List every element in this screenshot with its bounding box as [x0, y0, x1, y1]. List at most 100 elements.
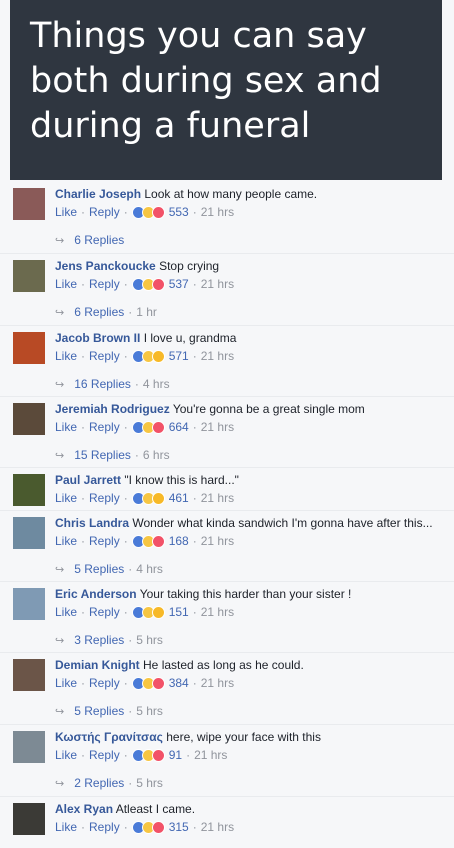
reply-link[interactable]: Reply — [89, 820, 120, 834]
comment-timestamp[interactable]: 21 hrs — [201, 605, 234, 619]
like-link[interactable]: Like — [55, 349, 77, 363]
reaction-icons[interactable] — [131, 820, 165, 834]
reaction-count[interactable]: 553 — [169, 205, 189, 219]
avatar[interactable] — [13, 803, 45, 835]
commenter-name[interactable]: Demian Knight — [55, 658, 140, 672]
reaction-count[interactable]: 537 — [169, 277, 189, 291]
view-replies[interactable]: ↪ 2 Replies · 5 hrs — [55, 776, 163, 790]
reaction-icons[interactable] — [131, 491, 165, 505]
view-replies[interactable]: ↪ 5 Replies · 5 hrs — [55, 704, 163, 718]
comment-timestamp[interactable]: 21 hrs — [201, 420, 234, 434]
like-link[interactable]: Like — [55, 491, 77, 505]
reaction-icons[interactable] — [131, 748, 165, 762]
reaction-icons[interactable] — [131, 349, 165, 363]
reaction-icons[interactable] — [131, 277, 165, 291]
avatar[interactable] — [13, 403, 45, 435]
reaction-count[interactable]: 461 — [169, 491, 189, 505]
reply-link[interactable]: Reply — [89, 277, 120, 291]
view-replies[interactable]: ↪ 6 Replies · 1 hr — [55, 305, 157, 319]
avatar[interactable] — [13, 188, 45, 220]
avatar[interactable] — [13, 517, 45, 549]
reaction-icons[interactable] — [131, 420, 165, 434]
comment-timestamp[interactable]: 21 hrs — [201, 676, 234, 690]
reaction-icons[interactable] — [131, 605, 165, 619]
reaction-icons[interactable] — [131, 534, 165, 548]
like-link[interactable]: Like — [55, 605, 77, 619]
reaction-count[interactable]: 571 — [169, 349, 189, 363]
separator-dot: · — [123, 748, 128, 762]
view-replies[interactable]: ↪ 6 Replies — [55, 233, 124, 247]
avatar[interactable] — [13, 260, 45, 292]
avatar[interactable] — [13, 731, 45, 763]
reply-timestamp: 6 hrs — [142, 448, 170, 462]
like-link[interactable]: Like — [55, 534, 77, 548]
commenter-name[interactable]: Jens Panckoucke — [55, 259, 156, 273]
like-link[interactable]: Like — [55, 820, 77, 834]
header-line-2: both during sex and — [30, 61, 382, 101]
commenter-name[interactable]: Chris Landra — [55, 516, 129, 530]
replies-count-link[interactable]: 6 Replies — [74, 305, 124, 319]
avatar[interactable] — [13, 659, 45, 691]
like-link[interactable]: Like — [55, 420, 77, 434]
avatar[interactable] — [13, 588, 45, 620]
reaction-count[interactable]: 384 — [169, 676, 189, 690]
commenter-name[interactable]: Jacob Brown II — [55, 331, 140, 345]
comment-body: Κωστής Γρανίτσας here, wipe your face wi… — [55, 730, 321, 744]
avatar[interactable] — [13, 332, 45, 364]
reply-link[interactable]: Reply — [89, 534, 120, 548]
comment-timestamp[interactable]: 21 hrs — [201, 349, 234, 363]
header-line-1: Things you can say — [30, 16, 367, 56]
replies-count-link[interactable]: 2 Replies — [74, 776, 124, 790]
replies-count-link[interactable]: 3 Replies — [74, 633, 124, 647]
reply-link[interactable]: Reply — [89, 676, 120, 690]
comment-divider — [0, 724, 454, 725]
meme-header: Things you can say both during sex and d… — [10, 0, 442, 180]
reaction-count[interactable]: 91 — [169, 748, 182, 762]
commenter-name[interactable]: Κωστής Γρανίτσας — [55, 730, 163, 744]
reaction-count[interactable]: 151 — [169, 605, 189, 619]
reaction-icons[interactable] — [131, 205, 165, 219]
commenter-name[interactable]: Alex Ryan — [55, 802, 113, 816]
view-replies[interactable]: ↪ 16 Replies · 4 hrs — [55, 377, 170, 391]
replies-count-link[interactable]: 5 Replies — [74, 704, 124, 718]
replies-count-link[interactable]: 15 Replies — [74, 448, 131, 462]
replies-count-link[interactable]: 16 Replies — [74, 377, 131, 391]
reply-link[interactable]: Reply — [89, 748, 120, 762]
like-link[interactable]: Like — [55, 676, 77, 690]
reaction-count[interactable]: 168 — [169, 534, 189, 548]
comment-timestamp[interactable]: 21 hrs — [201, 205, 234, 219]
reply-link[interactable]: Reply — [89, 349, 120, 363]
like-link[interactable]: Like — [55, 748, 77, 762]
like-link[interactable]: Like — [55, 277, 77, 291]
reaction-count[interactable]: 315 — [169, 820, 189, 834]
avatar[interactable] — [13, 474, 45, 506]
view-replies[interactable]: ↪ 5 Replies · 4 hrs — [55, 562, 163, 576]
reply-link[interactable]: Reply — [89, 420, 120, 434]
comment-body: Charlie Joseph Look at how many people c… — [55, 187, 317, 201]
view-replies[interactable]: ↪ 3 Replies · 5 hrs — [55, 633, 163, 647]
comment-timestamp[interactable]: 21 hrs — [201, 534, 234, 548]
replies-count-link[interactable]: 6 Replies — [74, 233, 124, 247]
comment-timestamp[interactable]: 21 hrs — [201, 820, 234, 834]
commenter-name[interactable]: Paul Jarrett — [55, 473, 121, 487]
commenter-name[interactable]: Eric Anderson — [55, 587, 137, 601]
like-link[interactable]: Like — [55, 205, 77, 219]
separator-dot: · — [81, 605, 86, 619]
comment-timestamp[interactable]: 21 hrs — [201, 277, 234, 291]
separator-dot: · — [123, 820, 128, 834]
separator-dot: · — [123, 491, 128, 505]
reply-link[interactable]: Reply — [89, 491, 120, 505]
separator-dot: · — [128, 704, 133, 718]
replies-count-link[interactable]: 5 Replies — [74, 562, 124, 576]
reaction-count[interactable]: 664 — [169, 420, 189, 434]
reply-link[interactable]: Reply — [89, 605, 120, 619]
commenter-name[interactable]: Jeremiah Rodriguez — [55, 402, 170, 416]
view-replies[interactable]: ↪ 15 Replies · 6 hrs — [55, 448, 170, 462]
commenter-name[interactable]: Charlie Joseph — [55, 187, 141, 201]
reply-link[interactable]: Reply — [89, 205, 120, 219]
comment-timestamp[interactable]: 21 hrs — [201, 491, 234, 505]
reaction-icons[interactable] — [131, 676, 165, 690]
reply-arrow-icon: ↪ — [55, 777, 65, 790]
comment-timestamp[interactable]: 21 hrs — [194, 748, 227, 762]
wow-reaction-icon — [151, 605, 165, 619]
